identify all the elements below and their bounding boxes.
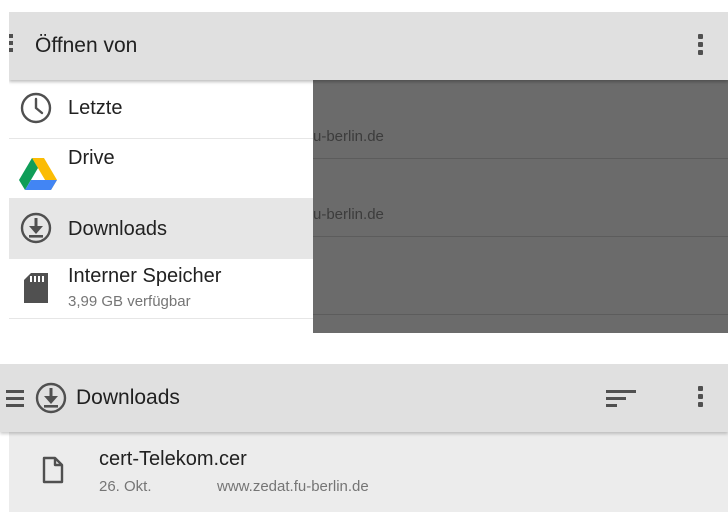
drawer-item-label: Downloads [68,218,167,240]
download-icon [35,382,67,414]
top-app-bar: Öffnen von [9,12,728,80]
drawer-item-recent[interactable]: Letzte [9,80,313,139]
sort-icon[interactable] [606,389,636,409]
sd-card-icon [24,273,48,303]
file-date: 26. Okt. [99,478,152,495]
drawer-item-internal-storage[interactable]: Interner Speicher 3,99 GB verfügbar [9,258,313,319]
download-icon [20,212,52,244]
open-from-screen: Öffnen von u-berlin.de u-berlin.de Letzt… [9,12,728,333]
dimmed-file-list[interactable]: u-berlin.de u-berlin.de [313,80,728,333]
drawer-toggle-icon[interactable] [9,34,14,55]
list-item: u-berlin.de [313,80,728,159]
file-icon [42,456,64,484]
navigation-drawer: Letzte Drive Downloads Interner Speicher… [9,80,313,333]
overflow-menu-icon[interactable] [698,34,704,60]
drawer-item-downloads[interactable]: Downloads [9,198,313,259]
downloads-screen: Downloads cert-Telekom.cer 26. Okt. www.… [0,364,728,512]
file-source: www.zedat.fu-berlin.de [217,478,369,495]
file-name: cert-Telekom.cer [99,448,247,470]
google-drive-icon [19,158,57,190]
list-item-source: u-berlin.de [313,206,384,223]
downloads-app-bar: Downloads [0,364,728,432]
drawer-item-label: Letzte [68,97,123,119]
file-list-item[interactable]: cert-Telekom.cer 26. Okt. www.zedat.fu-b… [9,432,728,512]
list-item [313,236,728,315]
list-item-source: u-berlin.de [313,128,384,145]
list-item: u-berlin.de [313,158,728,237]
drawer-toggle-icon[interactable] [6,388,26,408]
page-title: Öffnen von [35,34,138,57]
drawer-item-label: Interner Speicher [68,265,222,287]
drawer-item-drive[interactable]: Drive [9,138,313,198]
page-title: Downloads [76,386,180,409]
clock-icon [20,92,52,124]
drawer-item-label: Drive [68,147,115,169]
overflow-menu-icon[interactable] [698,386,704,412]
drawer-item-sublabel: 3,99 GB verfügbar [68,293,191,310]
